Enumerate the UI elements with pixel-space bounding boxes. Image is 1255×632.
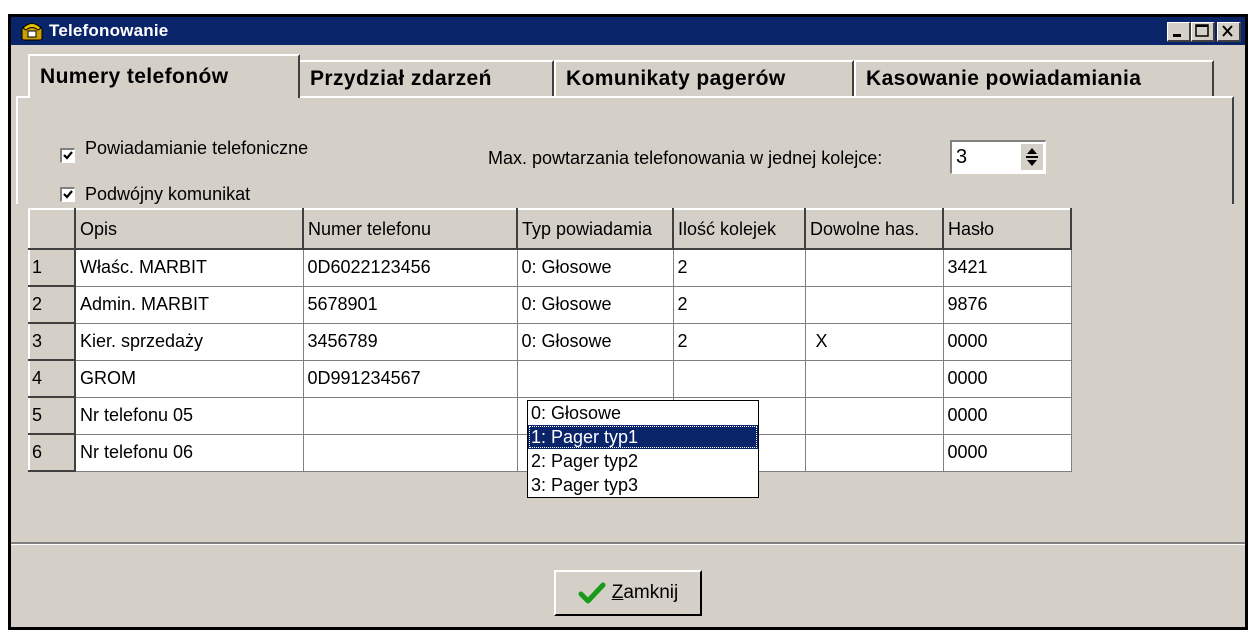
close-button-hotkey: Z — [611, 582, 624, 603]
cell-ilosc[interactable] — [672, 359, 806, 398]
cell-typ[interactable]: 0: Głosowe — [516, 285, 674, 324]
table-header-row: Opis Numer telefonu Typ powiadamia Ilość… — [28, 208, 1072, 250]
title-bar[interactable]: Telefonowanie — [11, 17, 1245, 45]
table-row[interactable]: 3 Kier. sprzedaży 3456789 0: Głosowe 2 X… — [28, 322, 1072, 361]
cell-haslo[interactable]: 3421 — [942, 248, 1072, 287]
max-repeat-value[interactable]: 3 — [956, 146, 967, 169]
column-header-dowolne[interactable]: Dowolne has. — [804, 208, 944, 250]
cell-numer[interactable] — [302, 396, 518, 435]
cell-opis[interactable]: Nr telefonu 05 — [74, 396, 304, 435]
checkmark-icon — [63, 190, 73, 199]
cell-opis[interactable]: Admin. MARBIT — [74, 285, 304, 324]
dropdown-option[interactable]: 3: Pager typ3 — [528, 473, 758, 497]
cell-typ[interactable]: 0: Głosowe — [516, 248, 674, 287]
window-title: Telefonowanie — [49, 21, 169, 40]
phone-icon — [21, 21, 43, 41]
max-repeat-label: Max. powtarzania telefonowania w jednej … — [488, 148, 883, 168]
close-button[interactable]: Zamknij — [554, 570, 702, 616]
cell-haslo[interactable]: 0000 — [942, 322, 1072, 361]
row-number[interactable]: 6 — [28, 433, 76, 472]
close-button-label: amknij — [623, 582, 679, 603]
column-header-numer[interactable]: Numer telefonu — [302, 208, 518, 250]
tab-komunikaty-pagerow[interactable]: Komunikaty pagerów — [554, 60, 854, 96]
footer-divider — [11, 542, 1245, 545]
cell-dowolne[interactable]: X — [804, 322, 944, 361]
dropdown-option[interactable]: 0: Głosowe — [528, 401, 758, 425]
tab-przydzial-zdarzen[interactable]: Przydział zdarzeń — [298, 60, 554, 96]
telefonowanie-window: Telefonowanie Numery telefonów Przydział… — [8, 14, 1248, 630]
checkmark-icon — [578, 582, 606, 604]
cell-ilosc[interactable]: 2 — [672, 322, 806, 361]
double-message-checkbox[interactable] — [60, 187, 75, 202]
phone-notify-label: Powiadamianie telefoniczne — [85, 138, 309, 158]
row-number[interactable]: 2 — [28, 285, 76, 324]
row-number[interactable]: 4 — [28, 359, 76, 398]
cell-ilosc[interactable]: 2 — [672, 248, 806, 287]
phone-notify-checkbox[interactable] — [60, 148, 75, 163]
column-header-haslo[interactable]: Hasło — [942, 208, 1072, 250]
dropdown-option[interactable]: 2: Pager typ2 — [528, 449, 758, 473]
cell-opis[interactable]: GROM — [74, 359, 304, 398]
close-icon — [1222, 25, 1233, 37]
cell-opis[interactable]: Kier. sprzedaży — [74, 322, 304, 361]
tab-numery-telefonow[interactable]: Numery telefonów — [28, 54, 300, 98]
close-window-button[interactable] — [1217, 22, 1241, 42]
options-panel: Powiadamianie telefoniczne Podwójny komu… — [16, 96, 1234, 206]
cell-numer[interactable]: 0D991234567 — [302, 359, 518, 398]
cell-dowolne[interactable] — [804, 248, 944, 287]
double-message-option[interactable]: Podwójny komunikat — [60, 184, 250, 205]
cell-typ[interactable]: 0: Głosowe — [516, 322, 674, 361]
spin-arrows-icon[interactable] — [1021, 144, 1043, 170]
cell-ilosc[interactable]: 2 — [672, 285, 806, 324]
notification-type-dropdown[interactable]: 0: Głosowe 1: Pager typ1 2: Pager typ2 3… — [527, 400, 759, 498]
cell-haslo[interactable]: 9876 — [942, 285, 1072, 324]
row-number[interactable]: 3 — [28, 322, 76, 361]
cell-dowolne[interactable] — [804, 285, 944, 324]
row-number[interactable]: 5 — [28, 396, 76, 435]
cell-numer[interactable] — [302, 433, 518, 472]
checkmark-icon — [63, 151, 73, 160]
column-header-opis[interactable]: Opis — [74, 208, 304, 250]
cell-haslo[interactable]: 0000 — [942, 433, 1072, 472]
cell-numer[interactable]: 3456789 — [302, 322, 518, 361]
tab-strip: Numery telefonów Przydział zdarzeń Komun… — [16, 54, 1240, 98]
row-number[interactable]: 1 — [28, 248, 76, 287]
cell-haslo[interactable]: 0000 — [942, 359, 1072, 398]
cell-dowolne[interactable] — [804, 396, 944, 435]
cell-opis[interactable]: Właśc. MARBIT — [74, 248, 304, 287]
column-header-ilosc[interactable]: Ilość kolejek — [672, 208, 806, 250]
cell-opis[interactable]: Nr telefonu 06 — [74, 433, 304, 472]
cell-dowolne[interactable] — [804, 433, 944, 472]
cell-typ[interactable] — [516, 359, 674, 398]
maximize-icon — [1195, 24, 1209, 37]
cell-haslo[interactable]: 0000 — [942, 396, 1072, 435]
table-row[interactable]: 2 Admin. MARBIT 5678901 0: Głosowe 2 987… — [28, 285, 1072, 324]
minimize-button[interactable] — [1167, 22, 1191, 42]
dropdown-option-selected[interactable]: 1: Pager typ1 — [528, 425, 758, 449]
minimize-icon — [1173, 34, 1181, 37]
tab-kasowanie-powiadamiania[interactable]: Kasowanie powiadamiania — [854, 60, 1214, 96]
table-row[interactable]: 4 GROM 0D991234567 0000 — [28, 359, 1072, 398]
max-repeat-spinner[interactable]: 3 — [950, 140, 1046, 174]
cell-numer[interactable]: 5678901 — [302, 285, 518, 324]
spinner-buttons[interactable] — [1021, 144, 1043, 170]
cell-dowolne[interactable] — [804, 359, 944, 398]
table-row[interactable]: 1 Właśc. MARBIT 0D6022123456 0: Głosowe … — [28, 248, 1072, 287]
corner-header — [28, 208, 76, 250]
double-message-label: Podwójny komunikat — [85, 184, 251, 204]
column-header-typ[interactable]: Typ powiadamia — [516, 208, 674, 250]
maximize-button[interactable] — [1191, 22, 1215, 42]
cell-numer[interactable]: 0D6022123456 — [302, 248, 518, 287]
phone-notify-option[interactable]: Powiadamianie telefoniczne — [60, 138, 308, 163]
